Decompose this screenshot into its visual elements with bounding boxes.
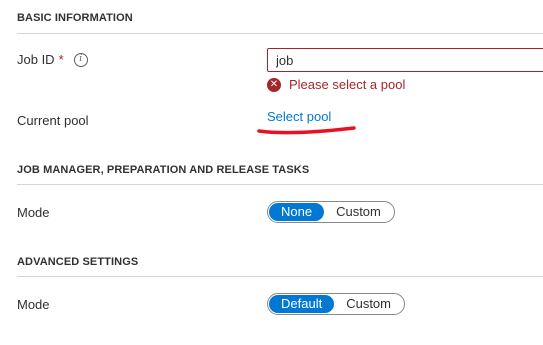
advanced-settings-divider [17, 276, 543, 277]
job-id-error-text: Please select a pool [289, 77, 406, 92]
job-id-input[interactable] [267, 48, 543, 72]
basic-information-divider [17, 33, 543, 34]
job-id-label-row: Job ID * i [17, 52, 88, 67]
job-manager-header: JOB MANAGER, PREPARATION AND RELEASE TAS… [17, 164, 310, 176]
basic-information-header: BASIC INFORMATION [17, 12, 133, 24]
mode-option-none[interactable]: None [269, 203, 325, 221]
job-manager-mode-toggle: None Custom [267, 201, 395, 223]
job-manager-divider [17, 184, 543, 185]
job-id-error: ✕ Please select a pool [267, 77, 405, 92]
mode-option-custom[interactable]: Custom [324, 203, 393, 221]
advanced-mode-toggle: Default Custom [267, 293, 405, 315]
job-manager-mode-label: Mode [17, 205, 50, 220]
mode-option-custom[interactable]: Custom [334, 295, 403, 313]
advanced-settings-header: ADVANCED SETTINGS [17, 256, 139, 268]
mode-option-default[interactable]: Default [269, 295, 335, 313]
info-icon[interactable]: i [73, 52, 88, 67]
current-pool-label: Current pool [17, 113, 89, 128]
error-circle-icon: ✕ [267, 77, 281, 92]
required-marker: * [58, 52, 64, 67]
advanced-mode-label: Mode [17, 297, 50, 312]
select-pool-link[interactable]: Select pool [267, 109, 331, 124]
job-id-label: Job ID [17, 52, 55, 67]
red-underline-annotation [257, 126, 356, 135]
